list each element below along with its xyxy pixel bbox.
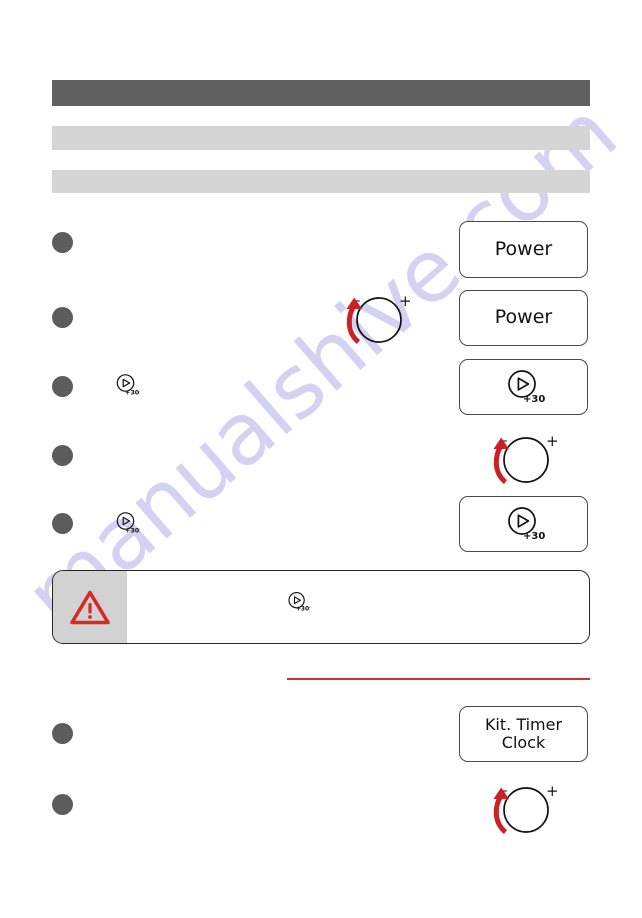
section-divider-rule (287, 678, 590, 681)
warning-note-box (52, 570, 590, 644)
step-bullet-3 (52, 376, 73, 397)
step-bullet-1 (52, 232, 73, 253)
power-button-1-label: Power (494, 237, 553, 260)
warning-triangle-icon (68, 587, 112, 627)
rotary-dial-time-adjust-icon: – + (483, 428, 559, 488)
svg-text:+30S: +30S (523, 394, 545, 405)
play-plus-30s-icon: +30S (503, 505, 545, 543)
play-plus-30s-icon: +30S (286, 591, 310, 613)
svg-text:+: + (399, 292, 412, 310)
step-bullet-6 (52, 723, 73, 744)
step-bullet-2 (52, 307, 73, 328)
add-30s-button-1[interactable]: +30S (459, 359, 588, 415)
subtitle-bar (52, 126, 590, 150)
rotary-dial-clock-adjust-icon: – + (483, 778, 559, 838)
svg-text:+30S: +30S (125, 526, 140, 534)
kitchen-timer-label-line1: Kit. Timer (484, 715, 563, 735)
svg-text:+30S: +30S (125, 388, 140, 396)
svg-text:+: + (546, 782, 559, 800)
step-bullet-7 (52, 794, 73, 815)
section-bar (52, 170, 590, 193)
kitchen-timer-label-line2: Clock (501, 733, 546, 752)
step-bullet-5 (52, 513, 73, 534)
kitchen-timer-clock-button[interactable]: Kit. Timer Clock (459, 706, 588, 762)
svg-text:+: + (546, 432, 559, 450)
manual-page: manualshive.com Power Power +30S (0, 0, 642, 918)
add-30s-button-2[interactable]: +30S (459, 496, 588, 552)
warning-note-text (127, 571, 589, 643)
power-button-2[interactable]: Power (459, 290, 588, 346)
svg-text:+30S: +30S (523, 531, 545, 542)
title-bar (52, 80, 590, 106)
svg-text:+30S: +30S (296, 607, 310, 613)
power-button-1[interactable]: Power (459, 221, 588, 278)
power-button-2-label: Power (494, 306, 553, 329)
rotary-dial-power-adjust-icon: – + (336, 288, 412, 348)
warning-icon-panel (53, 571, 127, 643)
play-plus-30s-icon: +30S (114, 511, 140, 535)
play-plus-30s-icon: +30S (503, 368, 545, 406)
play-plus-30s-icon: +30S (114, 373, 140, 397)
page-content: Power Power +30S +30S (0, 0, 642, 918)
step-bullet-4 (52, 445, 73, 466)
